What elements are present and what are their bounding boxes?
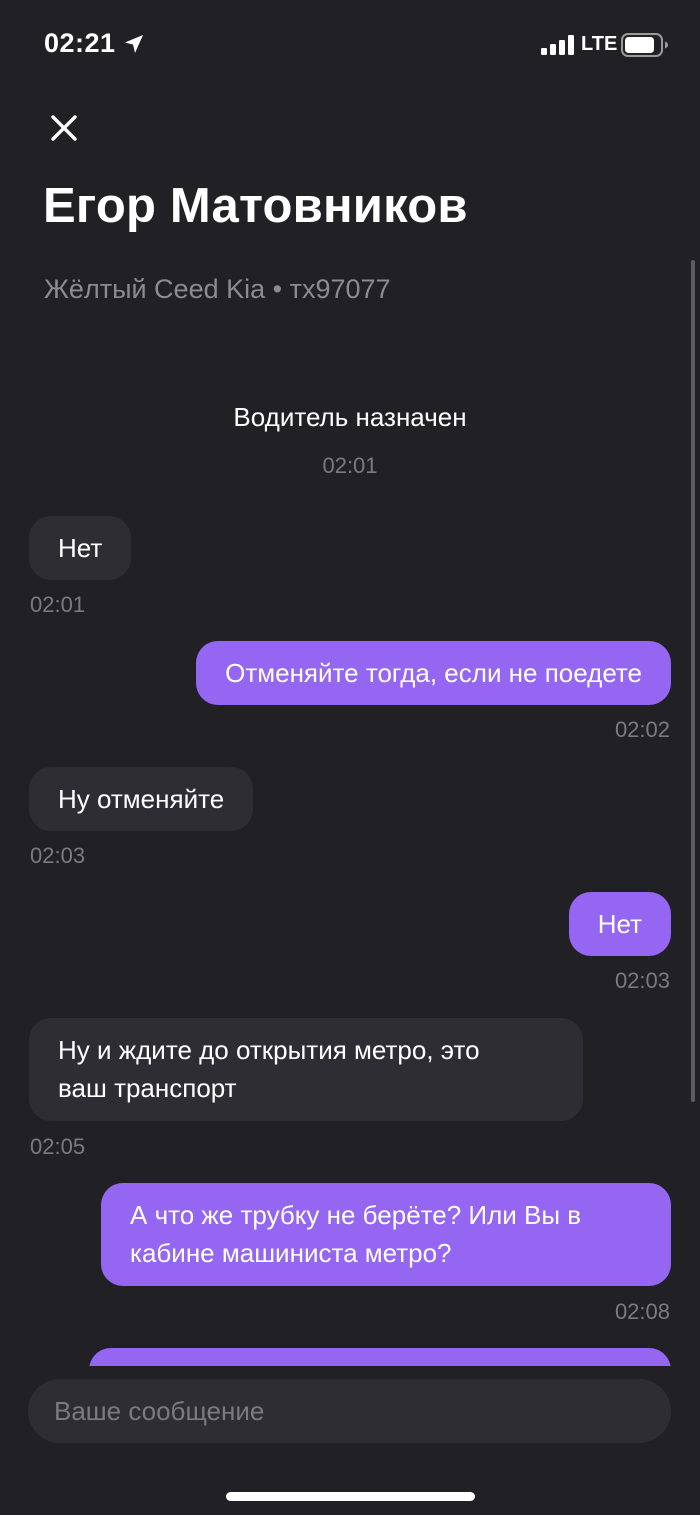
message-bubble-outgoing[interactable]: Отменяйте тогда, если не поедете	[196, 641, 671, 705]
system-message-time: 02:01	[322, 453, 378, 478]
car-info: Жёлтый Ceed Kia • тх97077	[44, 274, 391, 304]
message-text-line: ваш транспорт	[58, 1073, 237, 1103]
status-bar: 02:21 LTE	[0, 0, 700, 90]
signal-icon	[541, 35, 574, 55]
message-bubble-incoming[interactable]: Ну и ждите до открытия метро, это ваш тр…	[29, 1018, 583, 1121]
message-text: Нет	[58, 533, 103, 563]
message-text-line: Ну и ждите до открытия метро, это	[58, 1035, 480, 1065]
message-time: 02:03	[614, 968, 670, 993]
message-input[interactable]	[28, 1379, 671, 1443]
message-text: Ну отменяйте	[58, 784, 225, 814]
message-text-line: А что же трубку не берёте? Или Вы в	[130, 1200, 582, 1230]
message-bubble-incoming[interactable]: Ну отменяйте	[29, 767, 254, 831]
message-bubble-outgoing[interactable]: А что же трубку не берёте? Или Вы в каби…	[101, 1183, 671, 1286]
home-indicator[interactable]	[226, 1492, 475, 1501]
message-bubble-outgoing[interactable]: Нет	[568, 892, 671, 956]
message-time: 02:05	[30, 1134, 86, 1159]
message-bubble-incoming[interactable]: Нет	[29, 516, 132, 580]
network-label: LTE	[581, 33, 618, 55]
system-message: Водитель назначен 02:01	[0, 402, 700, 479]
close-icon	[51, 115, 77, 141]
message-time: 02:01	[30, 592, 86, 617]
message-composer	[0, 1366, 700, 1515]
message-text: Нет	[597, 909, 642, 939]
message-time: 02:08	[614, 1299, 670, 1324]
status-time: 02:21	[44, 28, 116, 58]
message-text-line: кабине машиниста метро?	[130, 1238, 452, 1268]
message-bubble-outgoing[interactable]	[89, 1348, 671, 1366]
driver-name: Егор Матовников	[43, 179, 468, 233]
battery-icon	[621, 33, 668, 57]
message-text: Отменяйте тогда, если не поедете	[225, 658, 642, 688]
system-message-text: Водитель назначен	[233, 402, 467, 432]
message-time: 02:03	[30, 843, 86, 868]
location-arrow-icon	[125, 35, 143, 53]
close-button[interactable]	[40, 104, 88, 152]
chat-area: Водитель назначен 02:01 Нет 02:01 Отменя…	[0, 330, 700, 1366]
message-time: 02:02	[614, 717, 670, 742]
